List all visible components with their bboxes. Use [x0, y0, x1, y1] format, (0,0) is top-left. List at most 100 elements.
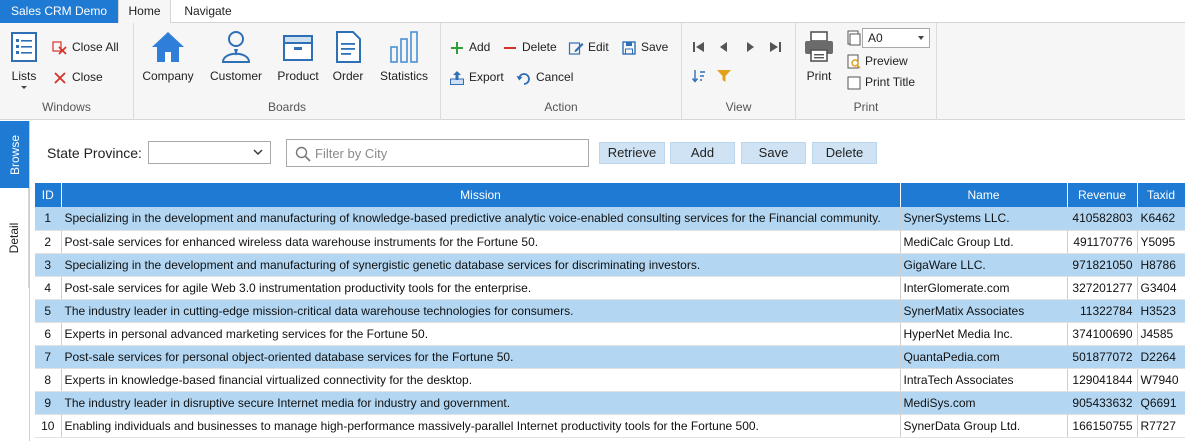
- table-row[interactable]: 1 Specializing in the development and ma…: [35, 207, 1185, 231]
- next-record-icon[interactable]: [742, 39, 758, 55]
- column-header-id[interactable]: ID: [35, 183, 62, 207]
- cell-revenue: 410582803: [1067, 207, 1138, 231]
- save-button[interactable]: Save: [621, 37, 668, 57]
- windows-group-label: Windows: [42, 100, 91, 114]
- cell-id: 9: [35, 391, 62, 415]
- save-icon: [622, 41, 636, 55]
- print-title-checkbox[interactable]: Print Title: [847, 72, 915, 92]
- column-header-revenue[interactable]: Revenue: [1067, 183, 1138, 207]
- printer-icon: [805, 31, 833, 62]
- paper-size-select[interactable]: A0: [862, 28, 930, 48]
- close-all-button[interactable]: Close All: [52, 37, 119, 57]
- filter-icon[interactable]: [716, 68, 732, 84]
- cell-mission: The industry leader in disruptive secure…: [61, 391, 901, 415]
- home-icon: [152, 32, 184, 62]
- cell-name: SynerMatix Associates: [900, 299, 1068, 323]
- save-label: Save: [641, 40, 669, 54]
- grid-header-row: ID Mission Name Revenue Taxid: [35, 183, 1185, 207]
- edit-label: Edit: [588, 40, 609, 54]
- save-record-button[interactable]: Save: [741, 142, 806, 164]
- first-record-icon[interactable]: [691, 39, 707, 55]
- add-record-button[interactable]: Add: [670, 142, 735, 164]
- table-row[interactable]: 7 Post-sale services for personal object…: [35, 345, 1185, 369]
- cell-taxid: H8786: [1137, 253, 1185, 277]
- minus-icon: [504, 46, 516, 49]
- cell-mission: Enabling individuals and businesses to m…: [61, 414, 901, 438]
- sort-icon[interactable]: [691, 68, 707, 84]
- print-label: Print: [806, 69, 832, 83]
- customer-button[interactable]: Customer: [206, 29, 266, 83]
- cell-revenue: 971821050: [1067, 253, 1138, 277]
- table-row[interactable]: 2 Post-sale services for enhanced wirele…: [35, 230, 1185, 254]
- state-province-select[interactable]: [148, 141, 271, 164]
- cell-revenue: 166150755: [1067, 414, 1138, 438]
- order-button[interactable]: Order: [330, 29, 366, 83]
- action-group-label: Action: [544, 100, 578, 114]
- export-button[interactable]: Export: [449, 67, 504, 87]
- preview-label: Preview: [865, 54, 908, 68]
- last-record-icon[interactable]: [767, 39, 783, 55]
- table-row[interactable]: 3 Specializing in the development and ma…: [35, 253, 1185, 277]
- table-row[interactable]: 6 Experts in personal advanced marketing…: [35, 322, 1185, 346]
- cell-id: 1: [35, 207, 62, 231]
- undo-icon: [516, 72, 530, 85]
- cell-revenue: 327201277: [1067, 276, 1138, 300]
- add-button[interactable]: Add: [449, 37, 490, 57]
- chevron-down-icon: [21, 86, 27, 89]
- product-button[interactable]: Product: [274, 29, 322, 83]
- side-tab-browse[interactable]: Browse: [0, 121, 29, 188]
- cell-name: MediSys.com: [900, 391, 1068, 415]
- table-row[interactable]: 5 The industry leader in cutting-edge mi…: [35, 299, 1185, 323]
- cell-taxid: Q6691: [1137, 391, 1185, 415]
- cell-id: 2: [35, 230, 62, 254]
- preview-button[interactable]: Preview: [847, 51, 908, 71]
- close-button[interactable]: Close: [52, 67, 103, 87]
- company-button[interactable]: Company: [140, 29, 196, 83]
- tab-navigate[interactable]: Navigate: [171, 0, 245, 24]
- city-filter-input[interactable]: [315, 143, 583, 163]
- print-button[interactable]: Print: [802, 29, 836, 83]
- cell-name: IntraTech Associates: [900, 368, 1068, 392]
- bar-chart-icon: [390, 31, 418, 63]
- table-row[interactable]: 10 Enabling individuals and businesses t…: [35, 414, 1185, 438]
- column-header-name[interactable]: Name: [900, 183, 1068, 207]
- ribbon: Lists Close All Close Windows Company Cu…: [0, 23, 1185, 120]
- order-label: Order: [332, 69, 364, 83]
- lists-button[interactable]: Lists: [6, 29, 42, 91]
- company-label: Company: [142, 69, 194, 83]
- edit-button[interactable]: Edit: [568, 37, 609, 57]
- cell-taxid: D2264: [1137, 345, 1185, 369]
- add-label: Add: [469, 40, 491, 54]
- table-row[interactable]: 9 The industry leader in disruptive secu…: [35, 391, 1185, 415]
- export-label: Export: [469, 70, 504, 84]
- city-filter-box[interactable]: [286, 139, 589, 167]
- column-header-taxid[interactable]: Taxid: [1137, 183, 1185, 207]
- cell-name: GigaWare LLC.: [900, 253, 1068, 277]
- column-header-mission[interactable]: Mission: [61, 183, 901, 207]
- cell-revenue: 129041844: [1067, 368, 1138, 392]
- cell-taxid: R7727: [1137, 414, 1185, 438]
- app-title-tab[interactable]: Sales CRM Demo: [0, 0, 118, 23]
- delete-record-button[interactable]: Delete: [812, 142, 877, 164]
- close-all-label: Close All: [72, 40, 119, 54]
- delete-button[interactable]: Delete: [502, 37, 557, 57]
- retrieve-button[interactable]: Retrieve: [599, 142, 665, 164]
- windows-group: Lists Close All Close Windows: [0, 23, 134, 120]
- table-row[interactable]: 8 Experts in knowledge-based financial v…: [35, 368, 1185, 392]
- tab-home[interactable]: Home: [118, 0, 171, 24]
- side-tab-divider: [29, 121, 30, 441]
- cancel-button[interactable]: Cancel: [516, 67, 573, 87]
- cell-name: QuantaPedia.com: [900, 345, 1068, 369]
- state-province-label: State Province:: [47, 145, 142, 161]
- table-row[interactable]: 4 Post-sale services for agile Web 3.0 i…: [35, 276, 1185, 300]
- previous-record-icon[interactable]: [716, 39, 732, 55]
- user-icon: [221, 31, 251, 63]
- side-tab-detail[interactable]: Detail: [0, 188, 29, 288]
- cell-name: MediCalc Group Ltd.: [900, 230, 1068, 254]
- print-group-label: Print: [853, 100, 879, 114]
- statistics-button[interactable]: Statistics: [376, 29, 432, 83]
- chevron-down-icon: [918, 36, 924, 40]
- cell-mission: Post-sale services for personal object-o…: [61, 345, 901, 369]
- search-icon: [295, 146, 311, 162]
- chevron-down-icon: [253, 149, 263, 155]
